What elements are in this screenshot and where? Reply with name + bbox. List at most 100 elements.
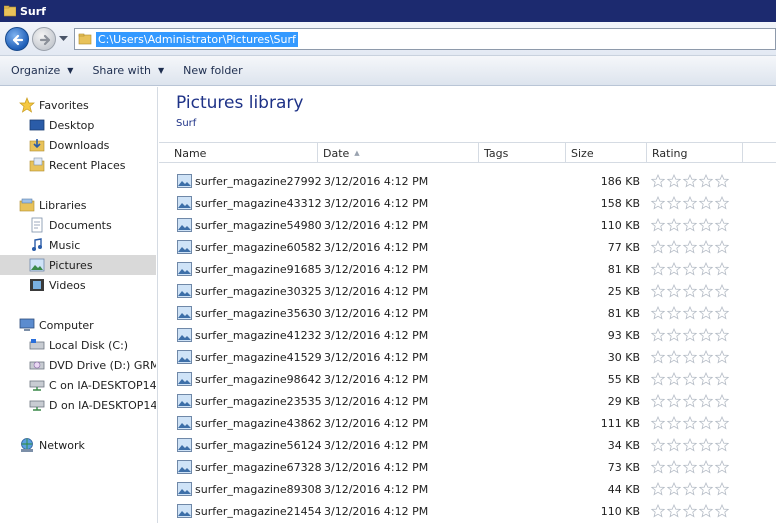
- rating-star-icon[interactable]: [667, 394, 681, 408]
- file-rating[interactable]: [651, 460, 731, 474]
- nav-recent-places[interactable]: Recent Places: [0, 155, 156, 175]
- rating-star-icon[interactable]: [683, 306, 697, 320]
- rating-star-icon[interactable]: [715, 240, 729, 254]
- rating-star-icon[interactable]: [651, 240, 665, 254]
- rating-star-icon[interactable]: [699, 350, 713, 364]
- forward-button[interactable]: [32, 27, 56, 51]
- rating-star-icon[interactable]: [699, 306, 713, 320]
- file-row[interactable]: surfer_magazine43862 3/12/2016 4:12 PM 111…: [159, 413, 776, 435]
- address-path[interactable]: C:\Users\Administrator\Pictures\Surf: [96, 31, 298, 47]
- nav-pictures[interactable]: Pictures: [0, 255, 156, 275]
- rating-star-icon[interactable]: [667, 372, 681, 386]
- rating-star-icon[interactable]: [667, 438, 681, 452]
- rating-star-icon[interactable]: [683, 372, 697, 386]
- rating-star-icon[interactable]: [683, 174, 697, 188]
- rating-star-icon[interactable]: [699, 196, 713, 210]
- rating-star-icon[interactable]: [667, 504, 681, 518]
- rating-star-icon[interactable]: [715, 372, 729, 386]
- rating-star-icon[interactable]: [683, 416, 697, 430]
- rating-star-icon[interactable]: [683, 460, 697, 474]
- rating-star-icon[interactable]: [667, 416, 681, 430]
- nav-d-network-drive[interactable]: D on IA-DESKTOP14: [0, 395, 156, 415]
- rating-star-icon[interactable]: [651, 438, 665, 452]
- recent-pages-chevron-icon[interactable]: [59, 36, 68, 42]
- nav-documents[interactable]: Documents: [0, 215, 156, 235]
- rating-star-icon[interactable]: [667, 460, 681, 474]
- rating-star-icon[interactable]: [683, 438, 697, 452]
- rating-star-icon[interactable]: [715, 504, 729, 518]
- file-rating[interactable]: [651, 284, 731, 298]
- file-row[interactable]: surfer_magazine54980 3/12/2016 4:12 PM 110…: [159, 215, 776, 237]
- rating-star-icon[interactable]: [651, 394, 665, 408]
- column-tags[interactable]: Tags: [479, 143, 566, 163]
- rating-star-icon[interactable]: [715, 328, 729, 342]
- rating-star-icon[interactable]: [651, 196, 665, 210]
- rating-star-icon[interactable]: [715, 394, 729, 408]
- rating-star-icon[interactable]: [715, 460, 729, 474]
- rating-star-icon[interactable]: [651, 306, 665, 320]
- rating-star-icon[interactable]: [667, 240, 681, 254]
- rating-star-icon[interactable]: [683, 196, 697, 210]
- file-row[interactable]: surfer_magazine91685 3/12/2016 4:12 PM 81 …: [159, 259, 776, 281]
- rating-star-icon[interactable]: [651, 504, 665, 518]
- rating-star-icon[interactable]: [699, 438, 713, 452]
- rating-star-icon[interactable]: [683, 240, 697, 254]
- nav-computer[interactable]: Computer: [0, 315, 156, 335]
- file-rating[interactable]: [651, 240, 731, 254]
- rating-star-icon[interactable]: [683, 350, 697, 364]
- rating-star-icon[interactable]: [715, 174, 729, 188]
- file-row[interactable]: surfer_magazine41529 3/12/2016 4:12 PM 30 …: [159, 347, 776, 369]
- nav-favorites[interactable]: Favorites: [0, 95, 156, 115]
- rating-star-icon[interactable]: [683, 504, 697, 518]
- rating-star-icon[interactable]: [683, 482, 697, 496]
- file-rating[interactable]: [651, 306, 731, 320]
- rating-star-icon[interactable]: [683, 394, 697, 408]
- file-rating[interactable]: [651, 350, 731, 364]
- rating-star-icon[interactable]: [699, 240, 713, 254]
- rating-star-icon[interactable]: [715, 438, 729, 452]
- nav-libraries[interactable]: Libraries: [0, 195, 156, 215]
- column-size[interactable]: Size: [566, 143, 647, 163]
- file-rating[interactable]: [651, 174, 731, 188]
- file-row[interactable]: surfer_magazine67328 3/12/2016 4:12 PM 73 …: [159, 457, 776, 479]
- file-row[interactable]: surfer_magazine89308 3/12/2016 4:12 PM 44 …: [159, 479, 776, 501]
- file-rating[interactable]: [651, 262, 731, 276]
- file-row[interactable]: surfer_magazine41232 3/12/2016 4:12 PM 93 …: [159, 325, 776, 347]
- rating-star-icon[interactable]: [699, 262, 713, 276]
- nav-c-network-drive[interactable]: C on IA-DESKTOP14: [0, 375, 156, 395]
- rating-star-icon[interactable]: [699, 174, 713, 188]
- rating-star-icon[interactable]: [715, 350, 729, 364]
- rating-star-icon[interactable]: [699, 460, 713, 474]
- file-row[interactable]: surfer_magazine23535 3/12/2016 4:12 PM 29 …: [159, 391, 776, 413]
- rating-star-icon[interactable]: [699, 218, 713, 232]
- column-name[interactable]: Name: [169, 143, 318, 163]
- back-button[interactable]: [5, 27, 29, 51]
- rating-star-icon[interactable]: [651, 482, 665, 496]
- rating-star-icon[interactable]: [699, 372, 713, 386]
- rating-star-icon[interactable]: [651, 460, 665, 474]
- file-rating[interactable]: [651, 394, 731, 408]
- rating-star-icon[interactable]: [651, 416, 665, 430]
- rating-star-icon[interactable]: [667, 262, 681, 276]
- nav-local-disk[interactable]: Local Disk (C:): [0, 335, 156, 355]
- rating-star-icon[interactable]: [715, 196, 729, 210]
- file-row[interactable]: surfer_magazine35630 3/12/2016 4:12 PM 81 …: [159, 303, 776, 325]
- rating-star-icon[interactable]: [667, 350, 681, 364]
- file-rating[interactable]: [651, 218, 731, 232]
- new-folder-button[interactable]: New folder: [172, 56, 250, 86]
- rating-star-icon[interactable]: [715, 262, 729, 276]
- rating-star-icon[interactable]: [683, 284, 697, 298]
- file-row[interactable]: surfer_magazine56124 3/12/2016 4:12 PM 34 …: [159, 435, 776, 457]
- rating-star-icon[interactable]: [651, 174, 665, 188]
- rating-star-icon[interactable]: [667, 284, 681, 298]
- file-row[interactable]: surfer_magazine43312 3/12/2016 4:12 PM 158…: [159, 193, 776, 215]
- rating-star-icon[interactable]: [651, 372, 665, 386]
- rating-star-icon[interactable]: [699, 394, 713, 408]
- organize-button[interactable]: Organize ▼: [0, 56, 81, 86]
- rating-star-icon[interactable]: [715, 306, 729, 320]
- nav-videos[interactable]: Videos: [0, 275, 156, 295]
- file-rating[interactable]: [651, 416, 731, 430]
- rating-star-icon[interactable]: [667, 306, 681, 320]
- column-date[interactable]: Date ▲: [318, 143, 479, 163]
- column-rating[interactable]: Rating: [647, 143, 743, 163]
